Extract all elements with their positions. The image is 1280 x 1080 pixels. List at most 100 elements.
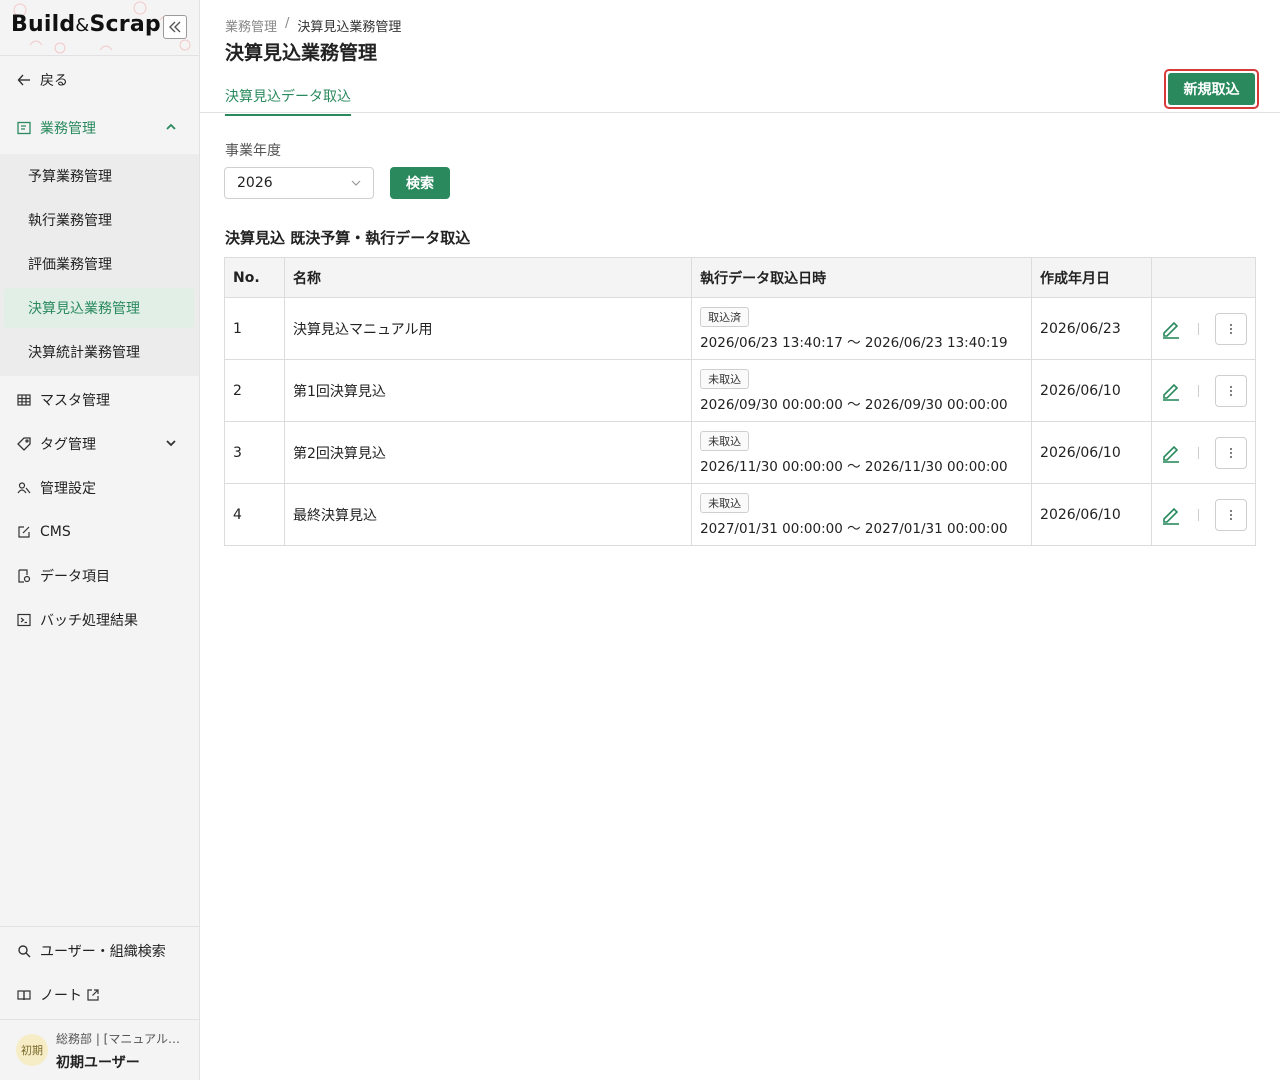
sidebar-item-label: データ項目 xyxy=(40,569,110,585)
logo-amp: & xyxy=(75,15,90,36)
import-period: 2027/01/31 00:00:00 〜 2027/01/31 00:00:0… xyxy=(700,520,1008,537)
sidebar-item-label: バッチ処理結果 xyxy=(40,613,138,629)
sidebar: Build&Scrap 戻る 業務管理 予算業務管理 執行業務管理 評価業務管理… xyxy=(0,0,200,1080)
more-menu-button[interactable] xyxy=(1214,436,1247,469)
section-title: 決算見込 既決予算・執行データ取込 xyxy=(225,229,471,247)
cell-name: 最終決算見込 xyxy=(283,483,693,546)
pencil-icon[interactable] xyxy=(1160,504,1182,526)
sidebar-item-label: ノート xyxy=(40,988,82,1004)
divider xyxy=(0,926,199,927)
sidebar-item-tag[interactable]: タグ管理 xyxy=(0,422,199,466)
search-button[interactable]: 検索 xyxy=(390,167,450,199)
import-period: 2026/11/30 00:00:00 〜 2026/11/30 00:00:0… xyxy=(700,458,1008,475)
arrow-left-icon xyxy=(16,72,32,88)
sidebar-item-master[interactable]: マスタ管理 xyxy=(0,378,199,422)
pencil-icon[interactable] xyxy=(1160,442,1182,464)
sidebar-item-label: CMS xyxy=(40,524,71,540)
table-row: 3 第2回決算見込 未取込 2026/11/30 00:00:00 〜 2026… xyxy=(224,421,1257,484)
cell-no: 3 xyxy=(224,421,285,484)
logo-part2: Scrap xyxy=(89,12,161,37)
chevron-down-icon xyxy=(166,440,176,447)
divider xyxy=(0,1019,199,1020)
more-vertical-icon xyxy=(1229,447,1232,458)
table-row: 4 最終決算見込 未取込 2027/01/31 00:00:00 〜 2027/… xyxy=(224,483,1257,546)
external-link-icon xyxy=(86,988,100,1002)
sidebar-item-label: マスタ管理 xyxy=(40,393,110,409)
sidebar-item-cms[interactable]: CMS xyxy=(0,510,199,554)
cell-created: 2026/06/10 xyxy=(1031,483,1152,546)
action-separator xyxy=(1197,322,1199,335)
collapse-sidebar-button[interactable] xyxy=(163,15,187,39)
header-import-datetime: 執行データ取込日時 xyxy=(691,257,1033,298)
sidebar-item-back[interactable]: 戻る xyxy=(0,58,199,102)
business-icon xyxy=(16,120,32,136)
fiscal-year-select[interactable]: 2026 xyxy=(224,167,374,199)
fiscal-year-label: 事業年度 xyxy=(225,143,281,159)
cell-import-datetime: 未取込 2027/01/31 00:00:00 〜 2027/01/31 00:… xyxy=(691,483,1033,546)
sidebar-item-evaluation[interactable]: 評価業務管理 xyxy=(4,244,194,284)
header-actions xyxy=(1150,257,1257,298)
sidebar-item-user-search[interactable]: ユーザー・組織検索 xyxy=(0,929,199,973)
breadcrumb: 業務管理 / 決算見込業務管理 xyxy=(225,16,401,35)
breadcrumb-parent[interactable]: 業務管理 xyxy=(225,16,277,35)
tab-divider xyxy=(200,112,1280,113)
cell-name: 第2回決算見込 xyxy=(283,421,693,484)
sidebar-group-label: 業務管理 xyxy=(40,121,96,137)
cell-created: 2026/06/10 xyxy=(1031,359,1152,422)
sidebar-item-label: 戻る xyxy=(40,73,68,89)
edit-box-icon xyxy=(16,524,32,540)
cell-actions xyxy=(1150,297,1257,360)
tag-icon xyxy=(16,436,32,452)
sidebar-item-admin[interactable]: 管理設定 xyxy=(0,466,199,510)
new-import-button[interactable]: 新規取込 xyxy=(1168,73,1255,105)
logo-area: Build&Scrap xyxy=(0,0,199,56)
cell-no: 1 xyxy=(224,297,285,360)
sidebar-item-label: 管理設定 xyxy=(40,481,96,497)
cell-actions xyxy=(1150,483,1257,546)
header-no: No. xyxy=(224,257,285,298)
cell-created: 2026/06/23 xyxy=(1031,297,1152,360)
cell-import-datetime: 取込済 2026/06/23 13:40:17 〜 2026/06/23 13:… xyxy=(691,297,1033,360)
pencil-icon[interactable] xyxy=(1160,380,1182,402)
avatar[interactable]: 初期 xyxy=(16,1034,48,1066)
header-created: 作成年月日 xyxy=(1031,257,1152,298)
sidebar-item-execution[interactable]: 執行業務管理 xyxy=(4,200,194,240)
cell-created: 2026/06/10 xyxy=(1031,421,1152,484)
sidebar-item-data-fields[interactable]: データ項目 xyxy=(0,554,199,598)
sidebar-item-batch[interactable]: バッチ処理結果 xyxy=(0,598,199,642)
more-vertical-icon xyxy=(1229,385,1232,396)
sidebar-item-settlement-stats[interactable]: 決算統計業務管理 xyxy=(4,332,194,372)
pencil-icon[interactable] xyxy=(1160,318,1182,340)
table-row: 2 第1回決算見込 未取込 2026/09/30 00:00:00 〜 2026… xyxy=(224,359,1257,422)
user-org: 総務部 | [マニュアル… xyxy=(56,1032,180,1046)
more-menu-button[interactable] xyxy=(1214,498,1247,531)
sidebar-item-settlement-forecast[interactable]: 決算見込業務管理 xyxy=(4,288,194,328)
cell-name: 第1回決算見込 xyxy=(283,359,693,422)
chevron-down-icon xyxy=(351,180,361,186)
table-header-row: No. 名称 執行データ取込日時 作成年月日 xyxy=(224,257,1257,298)
search-icon xyxy=(16,943,32,959)
import-table: No. 名称 執行データ取込日時 作成年月日 1 決算見込マニュアル用 取込済 … xyxy=(224,257,1257,546)
book-icon xyxy=(16,987,32,1003)
table-icon xyxy=(16,392,32,408)
sidebar-group-business[interactable]: 業務管理 xyxy=(0,106,199,150)
header-name: 名称 xyxy=(283,257,693,298)
status-badge: 取込済 xyxy=(700,306,750,327)
logo-part1: Build xyxy=(11,12,76,37)
action-separator xyxy=(1197,384,1199,397)
status-badge: 未取込 xyxy=(700,430,750,451)
users-icon xyxy=(16,480,32,496)
sidebar-item-budget[interactable]: 予算業務管理 xyxy=(4,156,194,196)
status-badge: 未取込 xyxy=(700,368,750,389)
status-badge: 未取込 xyxy=(700,492,750,513)
sidebar-item-note[interactable]: ノート xyxy=(0,973,199,1017)
import-period: 2026/09/30 00:00:00 〜 2026/09/30 00:00:0… xyxy=(700,396,1008,413)
more-vertical-icon xyxy=(1229,509,1232,520)
cell-name: 決算見込マニュアル用 xyxy=(283,297,693,360)
chevron-up-icon xyxy=(166,123,176,130)
more-menu-button[interactable] xyxy=(1214,374,1247,407)
table-row: 1 決算見込マニュアル用 取込済 2026/06/23 13:40:17 〜 2… xyxy=(224,297,1257,360)
sidebar-item-label: タグ管理 xyxy=(40,437,96,453)
document-icon xyxy=(16,568,32,584)
more-menu-button[interactable] xyxy=(1214,312,1247,345)
